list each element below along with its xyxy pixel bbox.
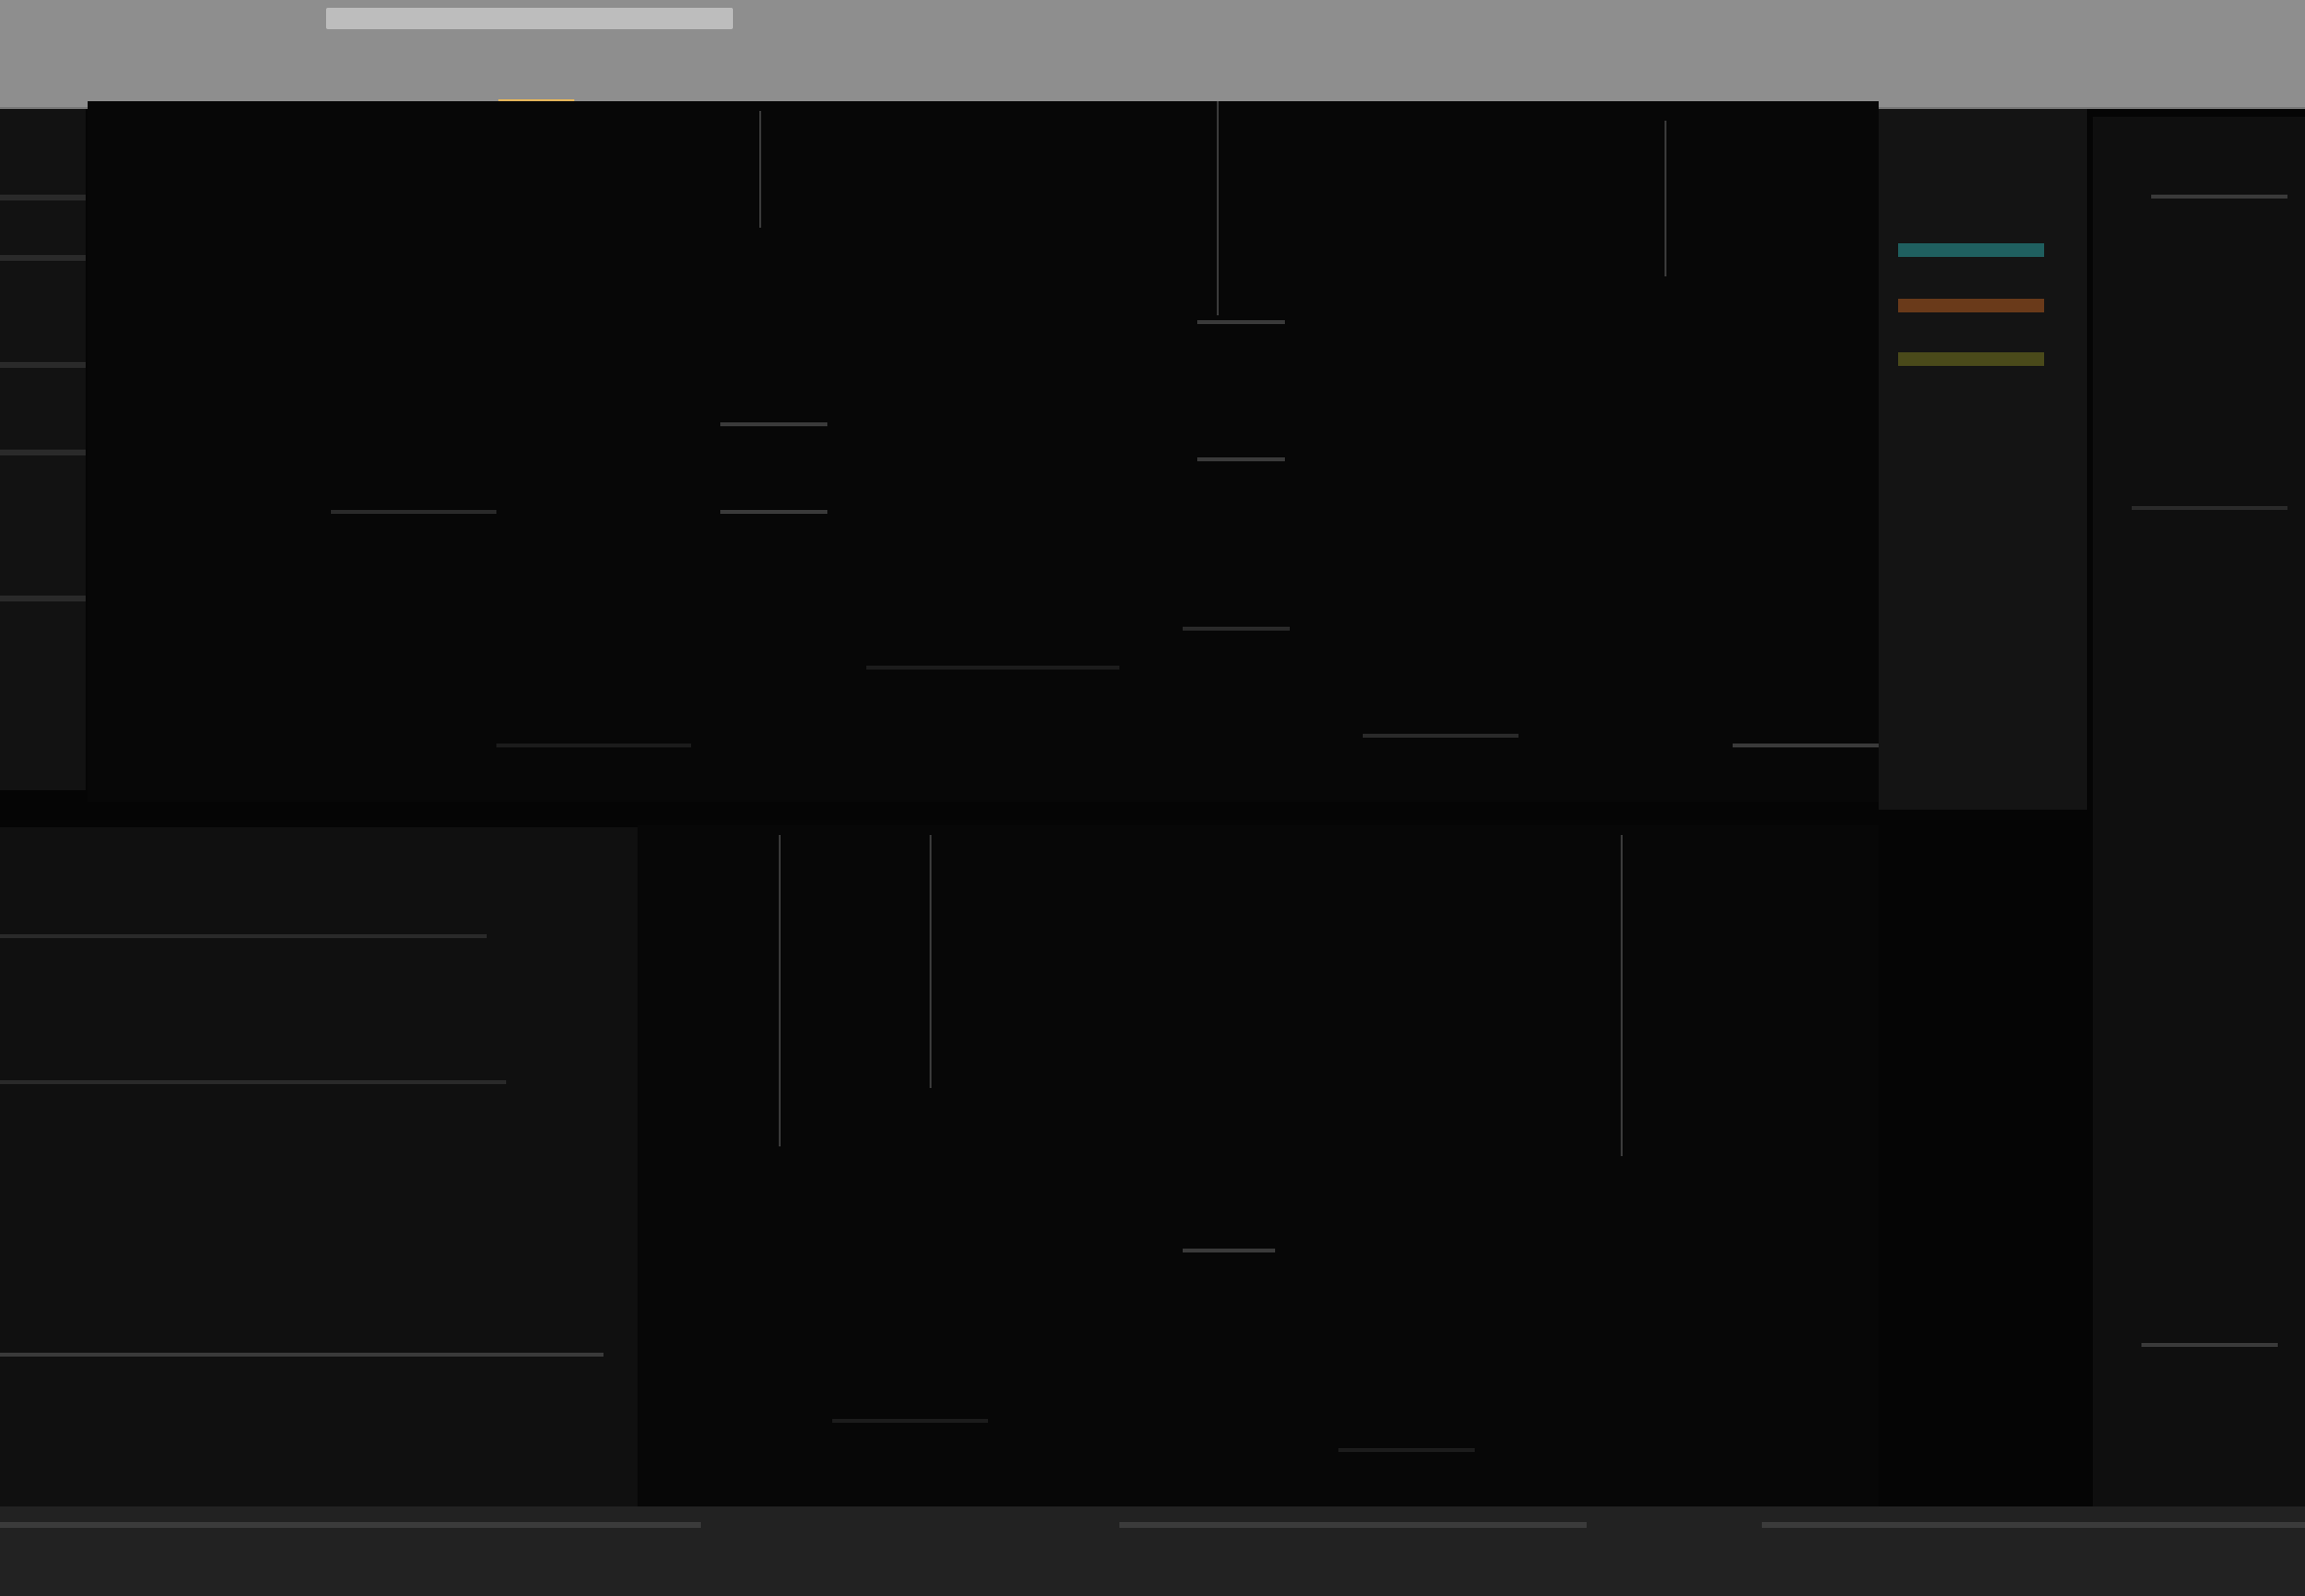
status-segment [1119,1522,1587,1528]
window-title-tab[interactable] [326,8,733,29]
text-row [1338,1448,1475,1452]
column-divider [930,835,932,1088]
column-divider [1665,121,1666,276]
dock-divider [0,362,86,368]
column-divider [1621,835,1623,1156]
text-row [1197,320,1285,324]
text-row [0,1080,506,1084]
left-dock [0,109,86,790]
column-divider [779,835,781,1146]
text-row [0,1353,604,1357]
text-row [2141,1343,2278,1347]
text-row [2151,195,2287,199]
titlebar [0,0,2305,109]
inspector-panel[interactable] [1879,109,2087,810]
column-divider [759,111,761,228]
color-swatch-orange[interactable] [1898,299,2044,312]
text-row [1363,734,1518,738]
text-row [720,510,827,514]
left-lower-panel[interactable] [0,827,638,1508]
color-swatch-teal[interactable] [1898,243,2044,257]
app-window [0,0,2305,1596]
text-row [1197,457,1285,461]
status-segment [0,1522,701,1528]
text-row [720,422,827,426]
color-swatch-olive[interactable] [1898,352,2044,366]
dock-divider [0,450,86,455]
dock-divider [0,596,86,601]
column-divider [1217,101,1219,315]
text-row [832,1419,988,1423]
text-row [866,666,1119,670]
status-segment [1762,1522,2305,1528]
status-footer [0,1506,2305,1596]
dock-divider [0,255,86,261]
text-row [496,744,691,747]
text-row [1183,1249,1275,1252]
right-scroll-panel[interactable] [2093,117,2305,1596]
text-row [0,934,487,938]
main-top-pane[interactable] [88,101,1879,802]
text-row [1183,627,1290,631]
text-row [331,510,496,514]
dock-divider [0,195,86,200]
main-bottom-pane[interactable] [638,825,1879,1516]
text-row [2132,506,2287,510]
text-row [1733,744,1879,747]
